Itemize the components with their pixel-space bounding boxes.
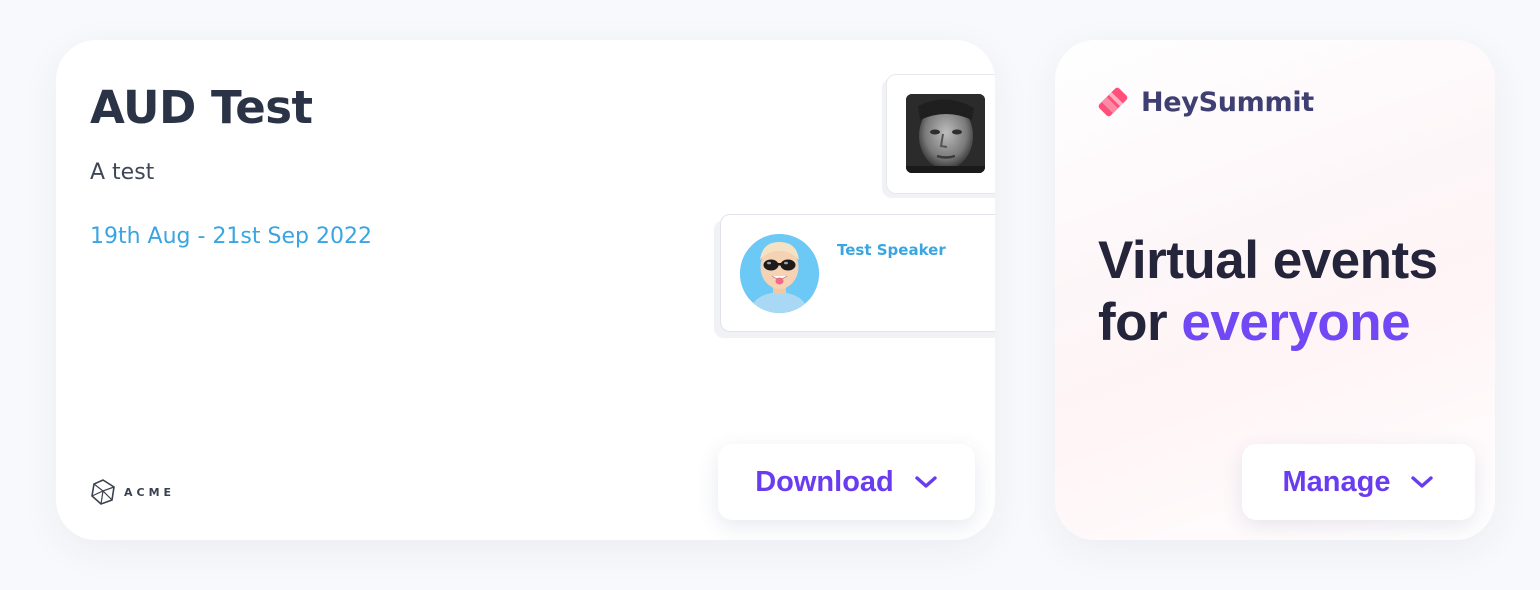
manage-button[interactable]: Manage: [1242, 444, 1475, 520]
promo-headline-line1: Virtual events: [1098, 231, 1438, 290]
brand-logo[interactable]: HeySummit: [1093, 82, 1314, 122]
speaker-name[interactable]: Test Speaker: [837, 241, 946, 259]
download-button[interactable]: Download: [718, 444, 975, 520]
event-title[interactable]: AUD Test: [90, 80, 313, 136]
events-page: AUD Test A test 19th Aug - 21st Sep 2022: [0, 0, 1540, 590]
promo-headline: Virtual events for everyone: [1098, 230, 1438, 354]
promo-headline-accent: everyone: [1181, 293, 1411, 352]
manage-button-label: Manage: [1282, 465, 1391, 498]
event-card[interactable]: AUD Test A test 19th Aug - 21st Sep 2022: [56, 40, 995, 540]
event-description: A test: [90, 160, 155, 185]
chevron-down-icon: [914, 474, 938, 490]
speaker-avatar: [740, 234, 819, 313]
chevron-down-icon: [1410, 474, 1434, 490]
speaker-card-photo[interactable]: [886, 74, 995, 194]
brand-name: HeySummit: [1141, 86, 1314, 118]
organizer-logo: ACME: [90, 478, 175, 506]
promo-card: HeySummit Virtual events for everyone Ma…: [1055, 40, 1495, 540]
promo-headline-prefix: for: [1098, 293, 1182, 352]
event-dates: 19th Aug - 21st Sep 2022: [90, 224, 372, 249]
acme-logo-icon: [91, 479, 115, 505]
heysummit-logo-icon: [1098, 87, 1128, 117]
promo-headline-line2: for everyone: [1098, 292, 1438, 354]
organizer-logo-text: ACME: [124, 485, 176, 499]
speaker-photo: [906, 94, 985, 173]
speaker-card[interactable]: Test Speaker: [720, 214, 995, 332]
download-button-label: Download: [755, 465, 894, 498]
